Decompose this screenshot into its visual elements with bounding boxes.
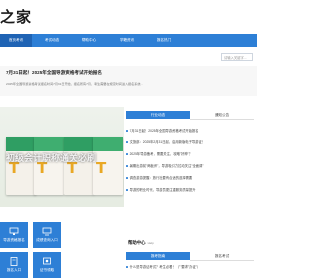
news-item-text: 7月31日起！2025年全国导游资格考试开始报名 [129,129,199,133]
bullet-icon [126,130,128,132]
service-register[interactable]: 导游资格报名 [0,222,28,248]
bullet-icon [126,153,128,155]
nav-item-help[interactable]: 帮助中心 [73,34,105,47]
news-item[interactable]: 调查游游提醒：旅行社要有合适的选择需要 [126,175,254,180]
tab-industry-news[interactable]: 行业动态 [126,111,190,119]
bullet-icon [126,266,128,268]
news-item[interactable]: 2025年导游备考，需要关注，攻略"好神"？ [126,151,254,156]
tab-exam-guide[interactable]: 报考指南 [126,252,190,260]
nav-item-exam-news[interactable]: 考试动态 [36,34,68,47]
book-stripe [6,137,36,151]
service-label: 报名入口 [6,268,22,272]
service-certificate[interactable]: 证书领取 [33,252,61,278]
news-item-text: 文旅部：2025年2月31日起，启用新版电子导游证！ [129,140,206,144]
news-item-text: 暑期出游前"两板斧"，导游吸引力拉动关注"全面调" [129,164,204,168]
help-item-text: 什么是导游证考试？考生必看！（""要求"办证"） [129,265,201,269]
bullet-icon [126,189,128,191]
service-label: 证书领取 [39,268,55,272]
book-cover-3: T [64,137,94,195]
tab-register-exam[interactable]: 报名考试 [190,252,254,261]
nav-item-home[interactable]: 首页考讯 [0,34,32,47]
news-item-text: 调查游游提醒：旅行社要有合适的选择需要 [129,176,193,180]
promo-banner[interactable]: T T T T 初级会计职称通关必刷 [0,107,124,207]
book-stripe [34,137,64,151]
nav-item-signup[interactable]: 报名热门 [148,34,180,47]
monitor-icon [42,227,52,236]
search-input[interactable]: 请输入关键字... [221,53,253,61]
notice-title[interactable]: 7月31日起！2025年全国导游资格考试开始报名 [6,70,102,76]
bullet-icon [126,165,128,167]
tab-notices[interactable]: 通知公告 [190,111,254,120]
book-cover-1: T [6,137,36,195]
book-cover-4: T [93,137,123,195]
nav-item-status[interactable]: 学籍资讯 [111,34,143,47]
book-cover-2: T [34,137,64,195]
bullet-icon [126,141,128,143]
service-label: 成绩查询入口 [36,238,58,242]
site-logo[interactable]: 之家 [0,6,32,27]
help-title-eng: Help [147,241,154,245]
help-center-heading: 帮助中心 Help [128,240,154,246]
news-item-text: 导游的职业时代，导游员更注重服务质量提升 [129,188,196,192]
book-stripe [93,137,123,151]
computer-icon [9,227,19,235]
bullet-icon [126,177,128,179]
service-label: 导游资格报名 [3,238,25,242]
news-item[interactable]: 7月31日起！2025年全国导游资格考试开始报名 [126,128,254,133]
certificate-icon [43,257,51,265]
notice-desc: 2025年全国导游资格考试报名时间7月31日开始，报名所有7月，考生需要在规定时… [6,82,143,86]
news-item[interactable]: 暑期出游前"两板斧"，导游吸引力拉动关注"全面调" [126,163,254,168]
document-icon [10,257,18,266]
promo-text: 初级会计职称通关必刷 [6,153,97,163]
news-item[interactable]: 文旅部：2025年2月31日起，启用新版电子导游证！ [126,139,254,144]
book-stripe [64,137,94,151]
service-score-query[interactable]: 成绩查询入口 [33,222,61,248]
main-nav: 首页考讯 考试动态 帮助中心 学籍资讯 报名热门 [0,34,257,47]
book-mark: T [96,159,107,177]
news-item-text: 2025年导游备考，需要关注，攻略"好神"？ [129,152,193,156]
help-item[interactable]: 什么是导游证考试？考生必看！（""要求"办证"） [126,264,254,269]
news-item[interactable]: 导游的职业时代，导游员更注重服务质量提升 [126,187,254,192]
help-title-text: 帮助中心 [128,240,146,245]
service-signup-entry[interactable]: 报名入口 [0,252,28,278]
